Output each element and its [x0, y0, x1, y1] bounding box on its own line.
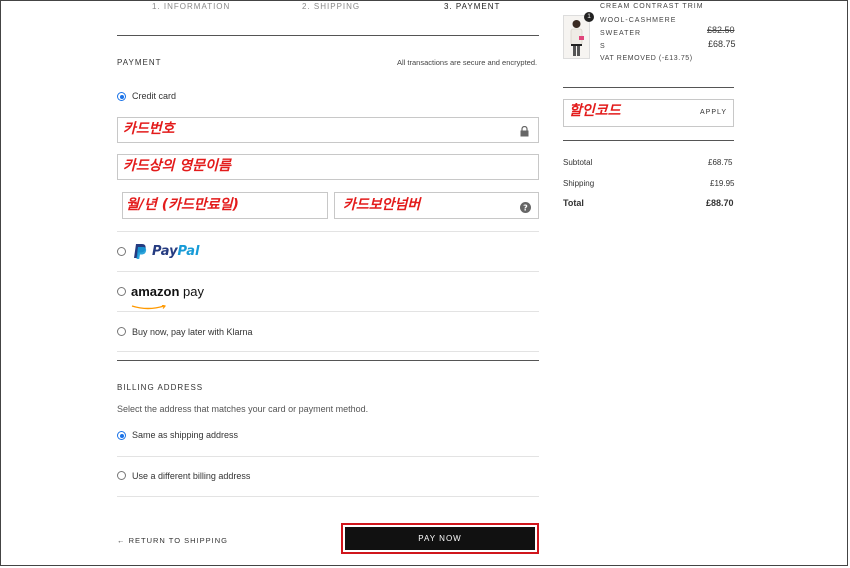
divider — [117, 456, 539, 457]
klarna-label: Buy now, pay later with Klarna — [132, 327, 253, 337]
total-value: £88.70 — [706, 198, 734, 208]
divider — [117, 231, 539, 232]
card-number-overlay: 카드번호 — [123, 121, 175, 137]
security-code-overlay: 카드보안넘버 — [343, 197, 421, 213]
amazon-pay-radio[interactable] — [117, 287, 126, 296]
divider — [117, 360, 539, 361]
divider — [117, 311, 539, 312]
paypal-label: PayPal — [152, 244, 200, 259]
screenshot-border — [0, 0, 848, 566]
same-address-label: Same as shipping address — [132, 430, 239, 440]
credit-card-radio[interactable] — [117, 92, 126, 101]
secure-note: All transactions are secure and encrypte… — [397, 58, 538, 67]
divider — [117, 35, 539, 36]
vat-note: VAT REMOVED (-£13.75) — [600, 55, 693, 62]
apply-button[interactable]: APPLY — [700, 109, 727, 116]
step-payment: 3. PAYMENT — [444, 2, 501, 11]
paypal-logo-icon — [133, 243, 147, 265]
svg-text:?: ? — [523, 204, 528, 213]
billing-instructions: Select the address that matches your car… — [117, 404, 369, 414]
discount-code-overlay: 할인코드 — [569, 103, 621, 119]
item-name-line3: SWEATER — [600, 30, 642, 37]
lock-icon — [520, 124, 529, 142]
credit-card-label: Credit card — [132, 91, 177, 101]
different-address-radio[interactable] — [117, 471, 126, 480]
klarna-radio[interactable] — [117, 327, 126, 336]
item-name-line2: WOOL-CASHMERE — [600, 17, 677, 24]
same-address-radio[interactable] — [117, 431, 126, 440]
item-size: S — [600, 43, 606, 50]
subtotal-value: £68.75 — [708, 158, 733, 167]
item-old-price: £82.50 — [707, 25, 735, 35]
item-name-line1: CREAM CONTRAST TRIM — [600, 3, 704, 10]
different-address-label: Use a different billing address — [132, 471, 251, 481]
step-information[interactable]: 1. INFORMATION — [152, 2, 230, 11]
shipping-label: Shipping — [563, 179, 595, 188]
divider — [117, 271, 539, 272]
return-to-shipping-link[interactable]: ← RETURN TO SHIPPING — [117, 536, 228, 545]
expiry-overlay: 월/년 (카드만료일) — [126, 197, 239, 213]
help-icon[interactable]: ? — [520, 200, 531, 218]
subtotal-label: Subtotal — [563, 158, 593, 167]
card-number-field[interactable] — [117, 117, 539, 143]
payment-heading: PAYMENT — [117, 58, 162, 67]
quantity-badge: 1 — [584, 12, 594, 22]
divider — [117, 351, 539, 352]
product-thumbnail — [563, 15, 590, 59]
divider — [117, 496, 539, 497]
item-price: £68.75 — [708, 39, 736, 49]
step-shipping[interactable]: 2. SHIPPING — [302, 2, 360, 11]
billing-heading: BILLING ADDRESS — [117, 383, 204, 392]
pay-now-button[interactable]: PAY NOW — [341, 523, 539, 554]
divider — [563, 87, 734, 88]
paypal-radio[interactable] — [117, 247, 126, 256]
divider — [563, 140, 734, 141]
name-on-card-overlay: 카드상의 영문이름 — [123, 158, 231, 174]
total-label: Total — [563, 198, 584, 208]
shipping-value: £19.95 — [710, 179, 735, 188]
amazon-smile-icon — [131, 297, 167, 315]
